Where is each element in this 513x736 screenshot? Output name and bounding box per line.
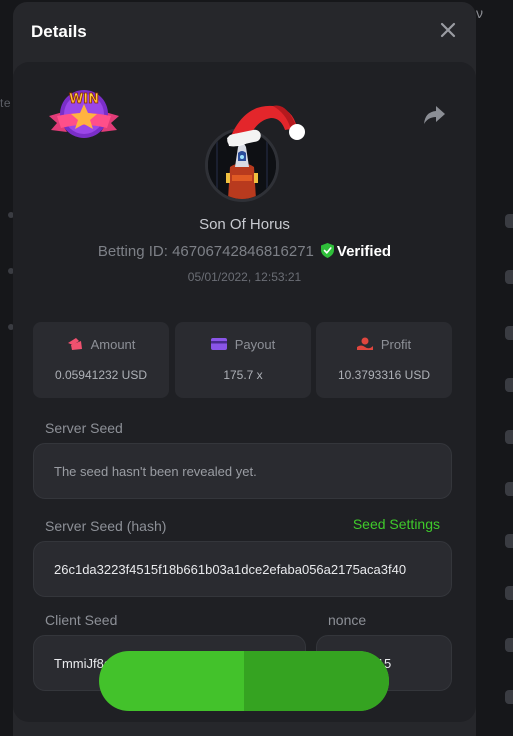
background-icon (505, 214, 513, 228)
background-icon (505, 378, 513, 392)
bet-details-card: WIN Son Of Horus Betting ID: 46706742846… (13, 62, 476, 722)
details-modal: Details WIN Son Of Horus Betting ID: 467… (13, 2, 476, 736)
seed-settings-link[interactable]: Seed Settings (353, 516, 440, 532)
stat-amount-value: 0.05941232 USD (54, 368, 148, 382)
username: Son Of Horus (199, 216, 290, 233)
stat-payout: Payout 175.7 x (175, 322, 311, 398)
background-icon (505, 586, 513, 600)
betting-id-row: Betting ID: 467067428468162​71 Verified (13, 243, 476, 260)
santa-hat-icon (227, 105, 305, 147)
background-icon (505, 482, 513, 496)
svg-text:WIN: WIN (69, 92, 99, 107)
background-text: te (0, 96, 12, 110)
background-glyph: ν (476, 5, 483, 21)
payout-icon (210, 338, 227, 350)
stat-amount-label: Amount (90, 337, 136, 352)
client-seed-label: Client Seed (45, 612, 118, 628)
amount-icon (67, 338, 82, 350)
close-icon (440, 22, 456, 38)
verified-label: Verified (336, 243, 392, 260)
verified-shield-icon (320, 243, 334, 258)
profit-icon (356, 337, 373, 350)
close-button[interactable] (440, 22, 456, 38)
verify-button-right-half (244, 651, 389, 711)
server-seed-hash-field[interactable]: 26c1da3223f4515f18b661b03a1dce2efaba056a… (33, 541, 452, 597)
server-seed-field[interactable]: The seed hasn't been revealed yet. (33, 443, 452, 499)
bet-timestamp: 05/01/2022, 12:53:21 (187, 270, 302, 284)
background-icon (505, 270, 513, 284)
background-icon (505, 638, 513, 652)
server-seed-label: Server Seed (45, 420, 123, 436)
background-icon (505, 690, 513, 704)
bet-stats: Amount 0.05941232 USD Payout 175.7 x Pro… (33, 322, 453, 398)
stat-amount: Amount 0.05941232 USD (33, 322, 169, 398)
win-badge-icon: WIN (49, 90, 119, 138)
server-seed-hash-label: Server Seed (hash) (45, 518, 167, 534)
background-icon (505, 326, 513, 340)
background-icon (505, 534, 513, 548)
modal-title: Details (31, 22, 87, 41)
stat-profit-label: Profit (380, 337, 412, 352)
stat-payout-label: Payout (234, 337, 276, 352)
share-icon[interactable] (422, 104, 446, 126)
betting-id: Betting ID: 467067428468162​71 (97, 243, 314, 260)
verify-button[interactable] (99, 651, 389, 711)
stat-profit-value: 10.3793316 USD (337, 368, 431, 382)
stat-profit: Profit 10.3793316 USD (316, 322, 452, 398)
background-icon (505, 430, 513, 444)
nonce-label: nonce (328, 612, 367, 628)
stat-payout-value: 175.7 x (223, 368, 263, 382)
user-avatar-group (205, 100, 305, 204)
